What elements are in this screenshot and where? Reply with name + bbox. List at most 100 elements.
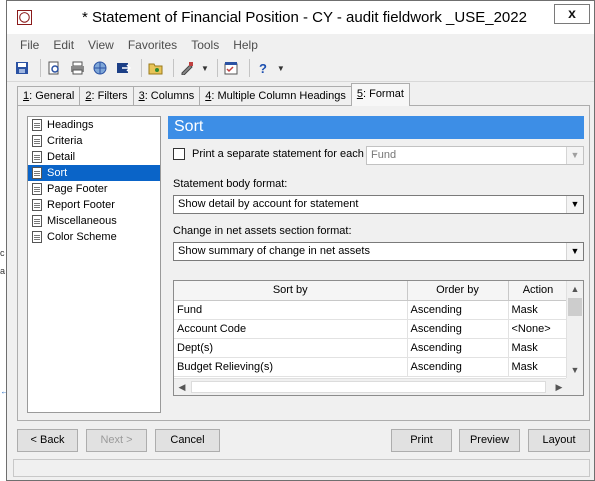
menu-file[interactable]: File	[13, 38, 46, 52]
tab-filters[interactable]: 2: Filters	[79, 86, 134, 106]
format-section-list[interactable]: Headings Criteria Detail Sort Page Foote…	[27, 116, 161, 413]
menu-edit[interactable]: Edit	[46, 38, 81, 52]
print-preview-icon[interactable]	[45, 59, 63, 77]
order-by-cell[interactable]: Ascending	[407, 300, 509, 320]
section-title: Sort	[168, 116, 584, 139]
tab-format[interactable]: 5: Format	[350, 83, 410, 106]
help-icon[interactable]: ?	[254, 59, 272, 77]
layout-button[interactable]: Layout	[528, 429, 590, 452]
format-tools-icon[interactable]	[178, 59, 196, 77]
chevron-down-icon: ▼	[566, 243, 583, 260]
vertical-scrollbar[interactable]: ▲ ▼	[566, 281, 583, 378]
action-cell[interactable]: Mask	[508, 300, 569, 320]
section-item-detail[interactable]: Detail	[28, 149, 160, 165]
tab-strip: 1: General 2: Filters 3: Columns 4: Mult…	[17, 83, 410, 106]
table-row[interactable]: Budget Relieving(s) Ascending Mask	[174, 357, 569, 377]
order-by-cell[interactable]: Ascending	[407, 357, 509, 377]
sort-by-cell[interactable]: Budget Relieving(s)	[174, 357, 408, 377]
separate-statement-checkbox[interactable]	[173, 148, 185, 160]
print-button[interactable]: Print	[391, 429, 452, 452]
section-item-miscellaneous[interactable]: Miscellaneous	[28, 213, 160, 229]
menu-favorites[interactable]: Favorites	[121, 38, 184, 52]
tab-multiple-column-headings[interactable]: 4: Multiple Column Headings	[199, 86, 352, 106]
scroll-right-icon[interactable]: ▶	[551, 379, 567, 395]
separate-statement-label: Print a separate statement for each	[192, 148, 364, 160]
menu-tools[interactable]: Tools	[184, 38, 226, 52]
order-by-cell[interactable]: Ascending	[407, 319, 509, 339]
network-icon[interactable]	[91, 59, 109, 77]
tab-columns[interactable]: 3: Columns	[132, 86, 201, 106]
close-button[interactable]: x	[554, 4, 590, 24]
tab-general[interactable]: 1: General	[17, 86, 81, 106]
document-icon	[32, 215, 42, 227]
document-icon	[32, 135, 42, 147]
horizontal-scrollbar[interactable]: ◀ ▶	[174, 378, 567, 395]
scroll-thumb[interactable]	[568, 298, 582, 316]
separate-statement-select[interactable]: Fund ▼	[366, 146, 584, 165]
section-item-headings[interactable]: Headings	[28, 117, 160, 133]
properties-icon[interactable]	[222, 59, 240, 77]
chevron-down-icon: ▼	[566, 196, 583, 213]
sort-by-cell[interactable]: Account Code	[174, 319, 408, 339]
sort-grid-header: Sort by Order by Action	[174, 281, 569, 301]
column-header-order-by[interactable]: Order by	[407, 281, 509, 301]
action-cell[interactable]: Mask	[508, 357, 569, 377]
document-icon	[32, 231, 42, 243]
separate-statement-row: Print a separate statement for each	[173, 148, 364, 160]
next-button[interactable]: Next >	[86, 429, 147, 452]
export-icon[interactable]	[114, 59, 132, 77]
tab-general-label: : General	[29, 90, 75, 102]
section-item-report-footer[interactable]: Report Footer	[28, 197, 160, 213]
section-item-sort[interactable]: Sort	[28, 165, 160, 181]
menu-help[interactable]: Help	[226, 38, 265, 52]
order-by-cell[interactable]: Ascending	[407, 338, 509, 358]
preview-button[interactable]: Preview	[459, 429, 520, 452]
print-icon[interactable]	[68, 59, 86, 77]
toolbar-separator	[173, 59, 174, 77]
open-folder-icon[interactable]	[146, 59, 164, 77]
save-icon[interactable]	[13, 59, 31, 77]
sort-by-cell[interactable]: Dept(s)	[174, 338, 408, 358]
menu-view[interactable]: View	[81, 38, 121, 52]
scroll-down-icon[interactable]: ▼	[567, 362, 583, 378]
table-row[interactable]: Account Code Ascending <None>	[174, 319, 569, 339]
change-net-assets-value: Show summary of change in net assets	[178, 245, 370, 257]
tab-multiple-column-headings-label: : Multiple Column Headings	[211, 90, 346, 102]
action-cell[interactable]: Mask	[508, 338, 569, 358]
report-designer-window: ◯ * Statement of Financial Position - CY…	[6, 0, 595, 481]
section-item-criteria[interactable]: Criteria	[28, 133, 160, 149]
cancel-button[interactable]: Cancel	[155, 429, 220, 452]
action-cell[interactable]: <None>	[508, 319, 569, 339]
sort-grid[interactable]: Sort by Order by Action Fund Ascending M…	[173, 280, 584, 396]
scroll-left-icon[interactable]: ◀	[174, 379, 190, 395]
app-logo-icon: ◯	[17, 10, 32, 25]
format-tab-panel: Headings Criteria Detail Sort Page Foote…	[17, 105, 590, 421]
separate-statement-value: Fund	[371, 149, 397, 161]
toolbar-separator	[141, 59, 142, 77]
toolbar-separator	[216, 59, 218, 77]
tab-filters-label: : Filters	[91, 90, 128, 102]
scroll-up-icon[interactable]: ▲	[567, 281, 583, 297]
background-mark: a	[0, 266, 6, 276]
back-button[interactable]: < Back	[17, 429, 78, 452]
table-row[interactable]: Dept(s) Ascending Mask	[174, 338, 569, 358]
section-item-label: Page Footer	[47, 183, 108, 195]
document-icon	[32, 151, 42, 163]
section-item-color-scheme[interactable]: Color Scheme	[28, 229, 160, 245]
change-net-assets-label: Change in net assets section format:	[173, 225, 352, 237]
sort-table: Sort by Order by Action Fund Ascending M…	[174, 281, 569, 377]
section-item-label: Detail	[47, 151, 76, 163]
change-net-assets-select[interactable]: Show summary of change in net assets ▼	[173, 242, 584, 261]
section-item-label: Miscellaneous	[47, 215, 117, 227]
window-title: * Statement of Financial Position - CY -…	[82, 9, 527, 26]
sort-by-cell[interactable]: Fund	[174, 300, 408, 320]
scroll-thumb[interactable]	[191, 381, 546, 393]
table-row[interactable]: Fund Ascending Mask	[174, 300, 569, 320]
format-tools-dropdown-icon[interactable]: ▼	[201, 64, 209, 73]
column-header-action[interactable]: Action	[508, 281, 569, 301]
column-header-sort-by[interactable]: Sort by	[174, 281, 408, 301]
help-dropdown-icon[interactable]: ▼	[277, 64, 285, 73]
tab-format-label: : Format	[362, 88, 404, 100]
section-item-page-footer[interactable]: Page Footer	[28, 181, 160, 197]
body-format-select[interactable]: Show detail by account for statement ▼	[173, 195, 584, 214]
